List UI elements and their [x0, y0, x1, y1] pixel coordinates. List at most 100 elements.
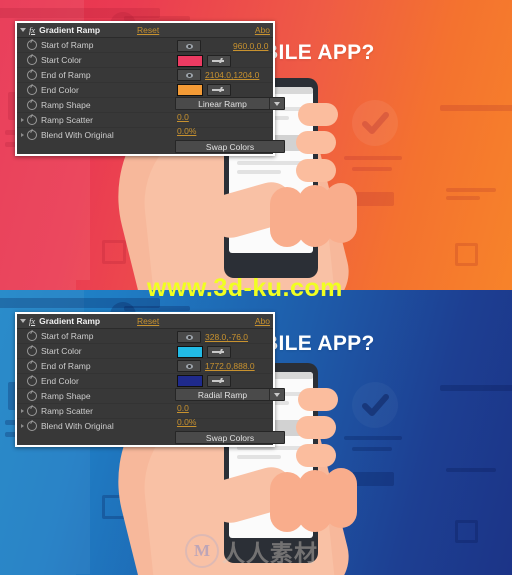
- point-picker-button[interactable]: [177, 40, 201, 52]
- finger: [296, 159, 336, 182]
- color-swatch[interactable]: [177, 84, 203, 96]
- eyedropper-button[interactable]: [207, 84, 231, 96]
- property-label: Start of Ramp: [41, 40, 94, 50]
- stopwatch-icon[interactable]: [27, 100, 37, 110]
- chevron-down-icon[interactable]: [269, 389, 284, 400]
- fx-icon: fx: [29, 316, 36, 326]
- point-picker-button[interactable]: [177, 360, 201, 372]
- effect-panel-gradient-ramp-radial[interactable]: fx Gradient Ramp Reset Abo Start of Ramp…: [15, 312, 285, 447]
- stopwatch-icon[interactable]: [27, 115, 37, 125]
- property-row-end-color[interactable]: End Color: [17, 83, 273, 98]
- property-label: Ramp Shape: [41, 391, 91, 401]
- ramp-shape-dropdown[interactable]: Radial Ramp: [175, 388, 285, 401]
- mock-line: [124, 306, 190, 311]
- stopwatch-icon[interactable]: [27, 85, 37, 95]
- about-link[interactable]: Abo: [255, 316, 270, 326]
- mock-square-icon: [455, 243, 478, 266]
- mock-square-icon: [455, 520, 478, 543]
- color-swatch[interactable]: [177, 55, 203, 67]
- effect-title: Gradient Ramp: [39, 316, 101, 326]
- property-value[interactable]: 1772.0,888.0: [205, 361, 255, 371]
- disclosure-triangle-icon[interactable]: [20, 28, 26, 32]
- panel-header[interactable]: fx Gradient Ramp Reset Abo: [17, 314, 273, 329]
- property-row-ramp-scatter[interactable]: Ramp Scatter 0.0: [17, 403, 273, 419]
- ramp-shape-dropdown[interactable]: Linear Ramp: [175, 97, 285, 110]
- stopwatch-icon[interactable]: [27, 421, 37, 431]
- color-swatch[interactable]: [177, 346, 203, 358]
- finger: [325, 183, 357, 243]
- headline-bottom: BILE APP?: [263, 332, 375, 355]
- property-row-ramp-shape[interactable]: Ramp Shape Radial Ramp: [17, 388, 285, 404]
- property-row-ramp-shape[interactable]: Ramp Shape Linear Ramp: [17, 97, 285, 113]
- swap-colors-button[interactable]: Swap Colors: [175, 140, 285, 153]
- mock-bar: [440, 385, 512, 391]
- disclosure-triangle-icon[interactable]: [20, 319, 26, 323]
- watermark-url: www.3d-ku.com: [147, 274, 343, 302]
- eyedropper-button[interactable]: [207, 375, 231, 387]
- row-triangle-icon[interactable]: [21, 424, 24, 428]
- mock-line: [446, 188, 496, 192]
- about-link[interactable]: Abo: [255, 25, 270, 35]
- property-label: End Color: [41, 376, 79, 386]
- property-value[interactable]: 0.0%: [177, 126, 196, 136]
- headline-top: BILE APP?: [263, 41, 375, 64]
- reset-link[interactable]: Reset: [137, 25, 159, 35]
- property-label: End of Ramp: [41, 70, 91, 80]
- eyedropper-button[interactable]: [207, 55, 231, 67]
- property-row-end-of-ramp[interactable]: End of Ramp 1772.0,888.0: [17, 359, 273, 374]
- property-row-start-of-ramp[interactable]: Start of Ramp 960.0,0.0: [17, 38, 273, 53]
- stopwatch-icon[interactable]: [27, 376, 37, 386]
- property-value[interactable]: 0.0: [177, 403, 189, 413]
- stopwatch-icon[interactable]: [27, 346, 37, 356]
- watermark-logo: M 人人素材: [185, 534, 318, 568]
- stopwatch-icon[interactable]: [27, 40, 37, 50]
- property-value[interactable]: 0.0%: [177, 417, 196, 427]
- row-triangle-icon: [21, 364, 24, 368]
- stopwatch-icon[interactable]: [27, 361, 37, 371]
- target-icon: [185, 72, 193, 78]
- property-value[interactable]: 960.0,0.0: [233, 41, 268, 51]
- finger: [296, 416, 336, 439]
- point-picker-button[interactable]: [177, 331, 201, 343]
- chevron-down-icon[interactable]: [269, 98, 284, 109]
- effect-title: Gradient Ramp: [39, 25, 101, 35]
- point-picker-button[interactable]: [177, 69, 201, 81]
- row-triangle-icon[interactable]: [21, 118, 24, 122]
- screen-line: [237, 455, 281, 459]
- property-row-start-color[interactable]: Start Color: [17, 344, 273, 359]
- row-triangle-icon: [21, 103, 24, 107]
- row-triangle-icon[interactable]: [21, 133, 24, 137]
- reset-link[interactable]: Reset: [137, 316, 159, 326]
- property-value[interactable]: 328.0,-76.0: [205, 332, 248, 342]
- color-swatch[interactable]: [177, 375, 203, 387]
- row-triangle-icon[interactable]: [21, 409, 24, 413]
- swap-colors-button[interactable]: Swap Colors: [175, 431, 285, 444]
- target-icon: [185, 334, 193, 340]
- property-row-end-color[interactable]: End Color: [17, 374, 273, 389]
- property-value[interactable]: 0.0: [177, 112, 189, 122]
- property-label: Blend With Original: [41, 130, 114, 140]
- m-logo-icon: M: [185, 534, 219, 568]
- stopwatch-icon[interactable]: [27, 331, 37, 341]
- stopwatch-icon[interactable]: [27, 130, 37, 140]
- mock-image: [0, 280, 76, 290]
- property-label: Start Color: [41, 55, 82, 65]
- stopwatch-icon[interactable]: [27, 55, 37, 65]
- property-row-end-of-ramp[interactable]: End of Ramp 2104.0,1204.0: [17, 68, 273, 83]
- property-row-ramp-scatter[interactable]: Ramp Scatter 0.0: [17, 112, 273, 128]
- property-row-start-color[interactable]: Start Color: [17, 53, 273, 68]
- screen-line: [237, 161, 305, 165]
- property-label: Start of Ramp: [41, 331, 94, 341]
- row-triangle-icon: [21, 394, 24, 398]
- effect-panel-gradient-ramp-linear[interactable]: fx Gradient Ramp Reset Abo Start of Ramp…: [15, 21, 285, 156]
- stopwatch-icon[interactable]: [27, 70, 37, 80]
- eyedropper-button[interactable]: [207, 346, 231, 358]
- property-value[interactable]: 2104.0,1204.0: [205, 70, 259, 80]
- property-row-start-of-ramp[interactable]: Start of Ramp 328.0,-76.0: [17, 329, 273, 344]
- stopwatch-icon[interactable]: [27, 391, 37, 401]
- panel-header[interactable]: fx Gradient Ramp Reset Abo: [17, 23, 273, 38]
- property-label: Ramp Scatter: [41, 406, 93, 416]
- property-label: End of Ramp: [41, 361, 91, 371]
- mock-line: [446, 468, 496, 472]
- stopwatch-icon[interactable]: [27, 406, 37, 416]
